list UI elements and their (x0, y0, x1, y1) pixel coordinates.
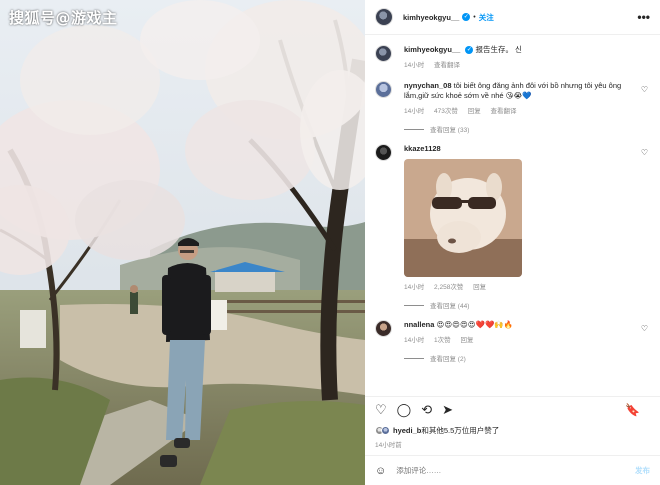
comment-time: 14小时 (404, 108, 425, 115)
comment-likes[interactable]: 473次赞 (434, 108, 458, 115)
alpaca-sticker-image[interactable] (404, 159, 522, 277)
emoji-icon[interactable]: ☺ (375, 465, 386, 477)
reply-button[interactable]: 回复 (473, 284, 486, 291)
comment-item: nnallena 😍😍😍😍😍❤️❤️🙌🔥 14小时 1次赞 回复 ♡ (375, 320, 650, 344)
comment-time: 14小时 (404, 62, 425, 69)
reply-button[interactable]: 回复 (468, 108, 481, 115)
comment-avatar[interactable] (375, 320, 392, 337)
comment-username[interactable]: nnallena (404, 320, 434, 329)
separator-dot: • (473, 13, 476, 21)
comment-text: nynychan_08 tôi biết ông đăng ảnh đôi vớ… (404, 81, 636, 101)
comment-meta: 14小时 查看翻译 (404, 59, 650, 69)
view-replies-label[interactable]: 查看回复 (44) (430, 300, 469, 310)
caption-comment: kimhyeokgyu__ ✓ 报告生存。 신 14小时 查看翻译 (375, 45, 650, 69)
more-options-icon[interactable]: ••• (637, 10, 650, 24)
comment-likes[interactable]: 2,258次赞 (434, 284, 463, 291)
alpaca-illustration (404, 159, 522, 277)
translate-link[interactable]: 查看翻译 (434, 62, 460, 69)
view-replies-label[interactable]: 查看回复 (33) (430, 124, 469, 134)
like-heart-icon[interactable]: ♡ (375, 403, 387, 416)
comments-list: kimhyeokgyu__ ✓ 报告生存。 신 14小时 查看翻译 nynych… (365, 35, 660, 363)
comment-likes[interactable]: 1次赞 (434, 337, 451, 344)
follow-button[interactable]: 关注 (479, 12, 494, 23)
comment-time: 14小时 (404, 284, 425, 291)
comment-content: 😍😍😍😍😍❤️❤️🙌🔥 (436, 320, 513, 329)
comment-meta: 14小时 473次赞 回复 查看翻译 (404, 105, 636, 115)
view-replies[interactable]: 查看回复 (44) (404, 300, 650, 310)
view-replies[interactable]: 查看回复 (2) (404, 353, 650, 363)
comment-meta: 14小时 1次赞 回复 (404, 334, 650, 344)
translate-link[interactable]: 查看翻译 (491, 108, 517, 115)
author-avatar[interactable] (375, 8, 393, 26)
post-timestamp: 14小时前 (375, 442, 402, 449)
comment-input[interactable] (396, 466, 635, 475)
send-icon[interactable]: ➤ (442, 403, 453, 416)
replies-line (404, 128, 424, 130)
comment-body: nynychan_08 tôi biết ông đăng ảnh đôi vớ… (404, 81, 650, 115)
like-comment-heart-icon[interactable]: ♡ (641, 324, 648, 333)
watermark: 搜狐号@游戏主 (9, 9, 118, 27)
view-replies[interactable]: 查看回复 (33) (404, 124, 650, 134)
comment-text: kkaze1128 (404, 144, 650, 154)
comment-text: nnallena 😍😍😍😍😍❤️❤️🙌🔥 (404, 320, 650, 330)
likes-summary[interactable]: hyedi_b 和其他5.5万位用户赞了 (375, 425, 499, 436)
view-replies-label[interactable]: 查看回复 (2) (430, 353, 466, 363)
comment-body: kimhyeokgyu__ ✓ 报告生存。 신 14小时 查看翻译 (404, 45, 650, 69)
post-photo[interactable]: 搜狐号@游戏主 (0, 0, 365, 485)
bookmark-icon[interactable]: 🔖 (625, 404, 640, 416)
likes-count-text[interactable]: 和其他5.5万位用户赞了 (421, 425, 499, 436)
comment-body: kkaze1128 14小时 2,258次赞 回复 (404, 144, 650, 291)
comment-time: 14小时 (404, 337, 425, 344)
author-username[interactable]: kimhyeokgyu__ (403, 13, 459, 22)
like-comment-heart-icon[interactable]: ♡ (641, 85, 648, 94)
post-comment-button[interactable]: 发布 (635, 465, 650, 476)
like-comment-heart-icon[interactable]: ♡ (641, 148, 648, 157)
liker-avatar (381, 426, 390, 435)
replies-line (404, 304, 424, 306)
comment-item: nynychan_08 tôi biết ông đăng ảnh đôi vớ… (375, 81, 650, 115)
comment-item: kkaze1128 14小时 2,258次赞 回复 ♡ (375, 144, 650, 291)
liker-username[interactable]: hyedi_b (393, 426, 421, 435)
comment-content: 报告生存。 신 (475, 45, 522, 54)
comment-text: kimhyeokgyu__ ✓ 报告生存。 신 (404, 45, 650, 55)
add-comment-bar: ☺ 发布 (365, 455, 660, 485)
post-side-panel: kimhyeokgyu__ ✓ • 关注 ••• kimhyeokgyu__ ✓… (365, 0, 660, 485)
verified-icon: ✓ (462, 13, 471, 21)
comment-avatar[interactable] (375, 144, 392, 161)
comment-body: nnallena 😍😍😍😍😍❤️❤️🙌🔥 14小时 1次赞 回复 (404, 320, 650, 344)
post-action-bar: ♡ ◯ ⟲ ➤ 🔖 (365, 396, 660, 422)
reply-button[interactable]: 回复 (460, 337, 473, 344)
comment-username[interactable]: kkaze1128 (404, 144, 441, 153)
comment-avatar[interactable] (375, 81, 392, 98)
comment-username[interactable]: nynychan_08 (404, 81, 452, 90)
replies-line (404, 357, 424, 359)
comment-icon[interactable]: ◯ (397, 403, 412, 416)
comment-username[interactable]: kimhyeokgyu__ (404, 45, 460, 54)
comment-avatar[interactable] (375, 45, 392, 62)
post-photo-scene (0, 0, 365, 485)
repost-icon[interactable]: ⟲ (421, 403, 432, 416)
verified-icon: ✓ (465, 46, 474, 55)
comment-meta: 14小时 2,258次赞 回复 (404, 281, 650, 291)
post-header: kimhyeokgyu__ ✓ • 关注 ••• (365, 0, 660, 35)
